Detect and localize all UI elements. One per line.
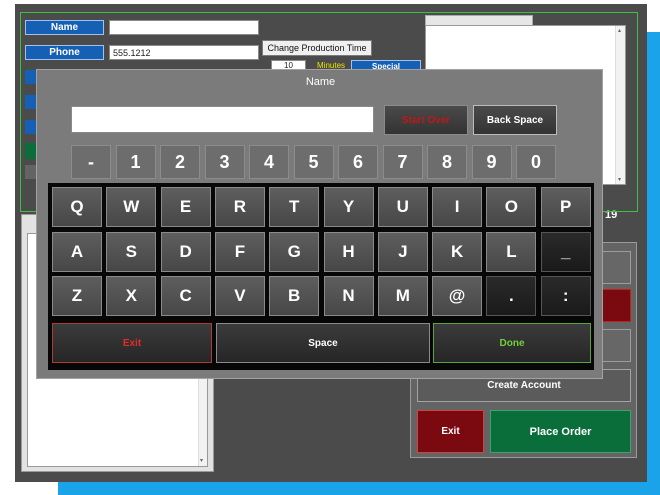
screen: ▾ Create Account Exit Place Order 19 Nam… (0, 0, 660, 495)
keyboard-input-field[interactable] (71, 106, 374, 133)
letter-key[interactable]: K (432, 231, 483, 272)
letter-key[interactable]: Z (52, 276, 102, 316)
letter-key[interactable]: W (106, 187, 157, 227)
done-button[interactable]: Done (433, 323, 591, 363)
letter-key[interactable]: M (377, 276, 428, 316)
keyboard-title: Name (305, 76, 336, 88)
letter-key[interactable]: D (160, 231, 211, 272)
start-over-button[interactable]: Start Over (384, 105, 468, 135)
letter-key[interactable]: T (269, 187, 320, 227)
onscreen-keyboard-dialog: Name Start Over Back Space Exit Space Do… (36, 69, 603, 379)
number-key[interactable]: - (71, 145, 111, 179)
number-key[interactable]: 4 (249, 145, 289, 179)
keyboard-key-grid: Exit Space Done Q W E R T Y U I O P A S D F G H J K L _ Z X C V… (48, 183, 594, 370)
number-key[interactable]: 7 (382, 145, 423, 179)
letter-key[interactable]: Q (52, 187, 102, 227)
back-space-button[interactable]: Back Space (473, 105, 557, 135)
number-key[interactable]: 6 (338, 145, 378, 179)
number-key[interactable]: 0 (516, 145, 556, 179)
letter-key[interactable]: H (323, 231, 374, 272)
scroll-down-arrow[interactable]: ▾ (200, 457, 203, 464)
name-field[interactable] (109, 20, 259, 35)
number-key[interactable]: 8 (427, 145, 467, 179)
letter-key[interactable]: B (269, 276, 320, 316)
order-exit-button[interactable]: Exit (417, 410, 484, 453)
letter-key[interactable]: E (160, 187, 211, 227)
letter-key[interactable]: : (540, 276, 591, 316)
space-key[interactable]: Space (216, 323, 430, 363)
phone-field[interactable]: 555.1212 (109, 45, 259, 60)
letter-key[interactable]: @ (432, 276, 483, 316)
number-key[interactable]: 3 (204, 145, 245, 179)
letter-key[interactable]: L (486, 231, 537, 272)
top-notes-scrollbar[interactable]: ▴ ▾ (615, 26, 625, 184)
letter-key[interactable]: P (540, 187, 591, 227)
letter-key[interactable]: F (214, 231, 265, 272)
letter-key[interactable]: S (106, 231, 157, 272)
top-scroll-down-arrow[interactable]: ▾ (618, 176, 621, 183)
change-production-time-button[interactable]: Change Production Time (262, 40, 372, 56)
letter-key[interactable]: U (377, 187, 428, 227)
number-key[interactable]: 9 (471, 145, 512, 179)
letter-key[interactable]: V (214, 276, 265, 316)
letter-key[interactable]: . (486, 276, 537, 316)
keyboard-exit-button[interactable]: Exit (52, 323, 212, 363)
letter-key[interactable]: N (323, 276, 374, 316)
letter-key[interactable]: _ (540, 231, 591, 272)
letter-key[interactable]: G (269, 231, 320, 272)
number-key[interactable]: 1 (115, 145, 156, 179)
name-label: Name (25, 20, 104, 35)
letter-key[interactable]: O (486, 187, 537, 227)
phone-label: Phone (25, 45, 104, 60)
top-scroll-up-arrow[interactable]: ▴ (618, 27, 621, 34)
letter-key[interactable]: A (52, 231, 102, 272)
letter-key[interactable]: Y (323, 187, 374, 227)
letter-key[interactable]: C (160, 276, 211, 316)
number-key[interactable]: 5 (293, 145, 334, 179)
letter-key[interactable]: X (106, 276, 157, 316)
letter-key[interactable]: I (432, 187, 483, 227)
letter-key[interactable]: J (377, 231, 428, 272)
place-order-button[interactable]: Place Order (490, 410, 631, 453)
letter-key[interactable]: R (214, 187, 265, 227)
number-key[interactable]: 2 (160, 145, 200, 179)
